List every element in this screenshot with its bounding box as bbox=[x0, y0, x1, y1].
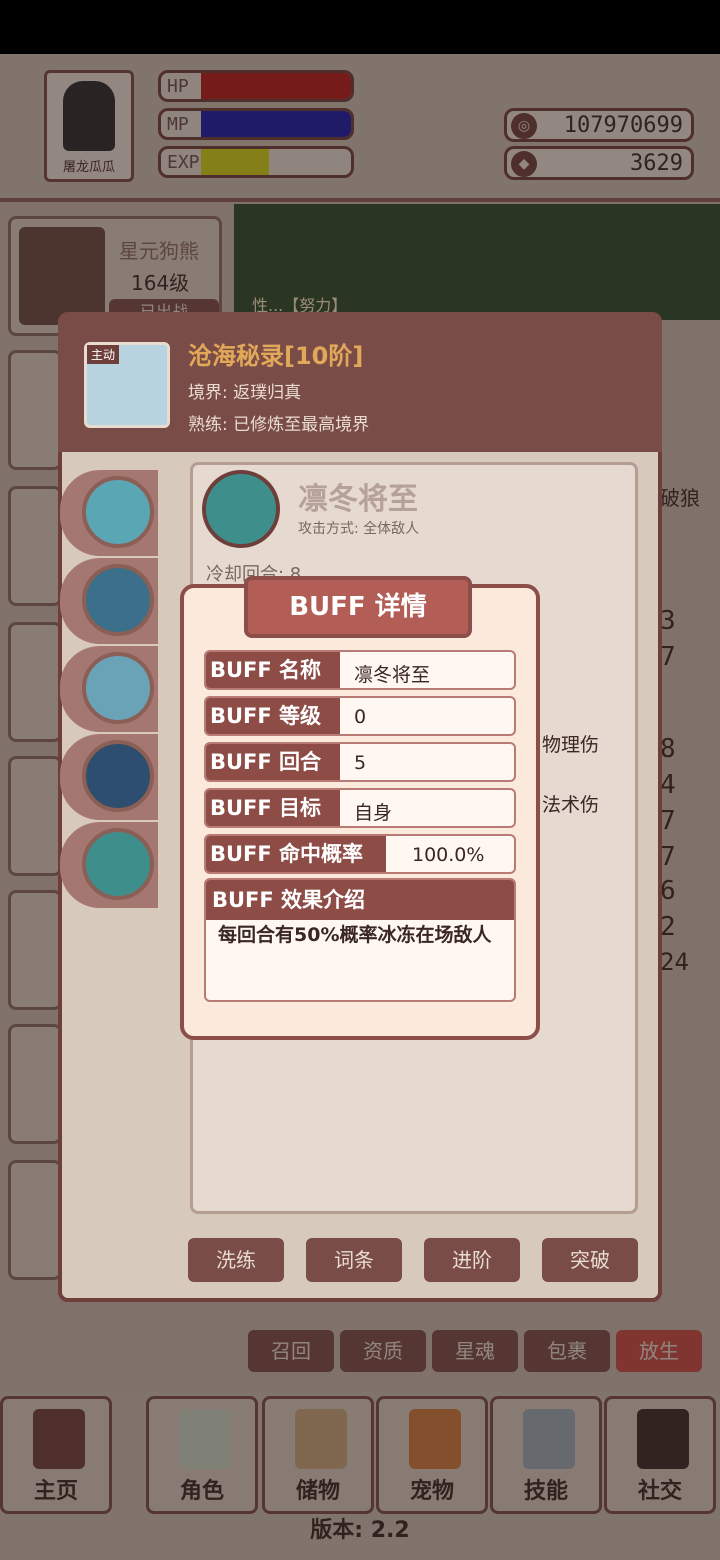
buff-effect-label: BUFF 效果介绍 bbox=[206, 880, 514, 920]
buff-name-label: BUFF 名称 bbox=[206, 652, 340, 688]
buff-hit-rate-value: 100.0% bbox=[412, 844, 485, 866]
content-magic-text: 法术伤 bbox=[542, 794, 600, 816]
content-physical-text: 物理伤 bbox=[542, 734, 600, 756]
skill-tab-5-icon bbox=[82, 828, 154, 900]
skill-tab-3-icon bbox=[82, 652, 154, 724]
buff-target-row: BUFF 目标 自身 bbox=[204, 788, 516, 828]
skill-tab-1[interactable] bbox=[60, 470, 158, 556]
affix-button[interactable]: 词条 bbox=[306, 1238, 402, 1282]
buff-rounds-value: 5 bbox=[354, 752, 367, 774]
buff-rounds-label: BUFF 回合 bbox=[206, 744, 340, 780]
skill-title: 沧海秘录[10阶] bbox=[188, 342, 364, 370]
buff-level-value: 0 bbox=[354, 706, 367, 728]
skill-tab-3[interactable] bbox=[60, 646, 158, 732]
skill-tab-4-icon bbox=[82, 740, 154, 812]
skill-realm: 境界: 返璞归真 bbox=[188, 383, 302, 403]
skill-tab-1-icon bbox=[82, 476, 154, 548]
buff-effect-box: BUFF 效果介绍 每回合有50%概率冰冻在场敌人 bbox=[204, 878, 516, 1002]
buff-hit-rate-row: BUFF 命中概率 100.0% bbox=[204, 834, 516, 874]
buff-level-label: BUFF 等级 bbox=[206, 698, 340, 734]
buff-effect-text: 每回合有50%概率冰冻在场敌人 bbox=[218, 924, 492, 946]
status-bar bbox=[0, 0, 720, 54]
buff-name-row: BUFF 名称 凛冬将至 bbox=[204, 650, 516, 690]
buff-level-row: BUFF 等级 0 bbox=[204, 696, 516, 736]
buff-name-value: 凛冬将至 bbox=[354, 664, 431, 686]
skill-tab-5[interactable] bbox=[60, 822, 158, 908]
skill-tab-2-icon bbox=[82, 564, 154, 636]
refine-button[interactable]: 洗练 bbox=[188, 1238, 284, 1282]
buff-dialog-title: BUFF 详情 bbox=[244, 576, 472, 638]
frost-skill-icon bbox=[202, 470, 280, 548]
buff-target-value: 自身 bbox=[354, 802, 393, 824]
content-attack-type: 攻击方式: 全体敌人 bbox=[298, 521, 420, 537]
skill-tab-4[interactable] bbox=[60, 734, 158, 820]
buff-rounds-row: BUFF 回合 5 bbox=[204, 742, 516, 782]
buff-target-label: BUFF 目标 bbox=[206, 790, 340, 826]
skill-icon: 主动 bbox=[84, 342, 170, 428]
advance-button[interactable]: 进阶 bbox=[424, 1238, 520, 1282]
content-skill-name: 凛冬将至 bbox=[298, 482, 418, 517]
skill-tab-column bbox=[60, 470, 160, 910]
skill-proficiency: 熟练: 已修炼至最高境界 bbox=[188, 415, 370, 435]
skill-tab-2[interactable] bbox=[60, 558, 158, 644]
buff-hit-rate-label: BUFF 命中概率 bbox=[206, 836, 386, 872]
breakthrough-button[interactable]: 突破 bbox=[542, 1238, 638, 1282]
active-badge: 主动 bbox=[87, 345, 120, 364]
